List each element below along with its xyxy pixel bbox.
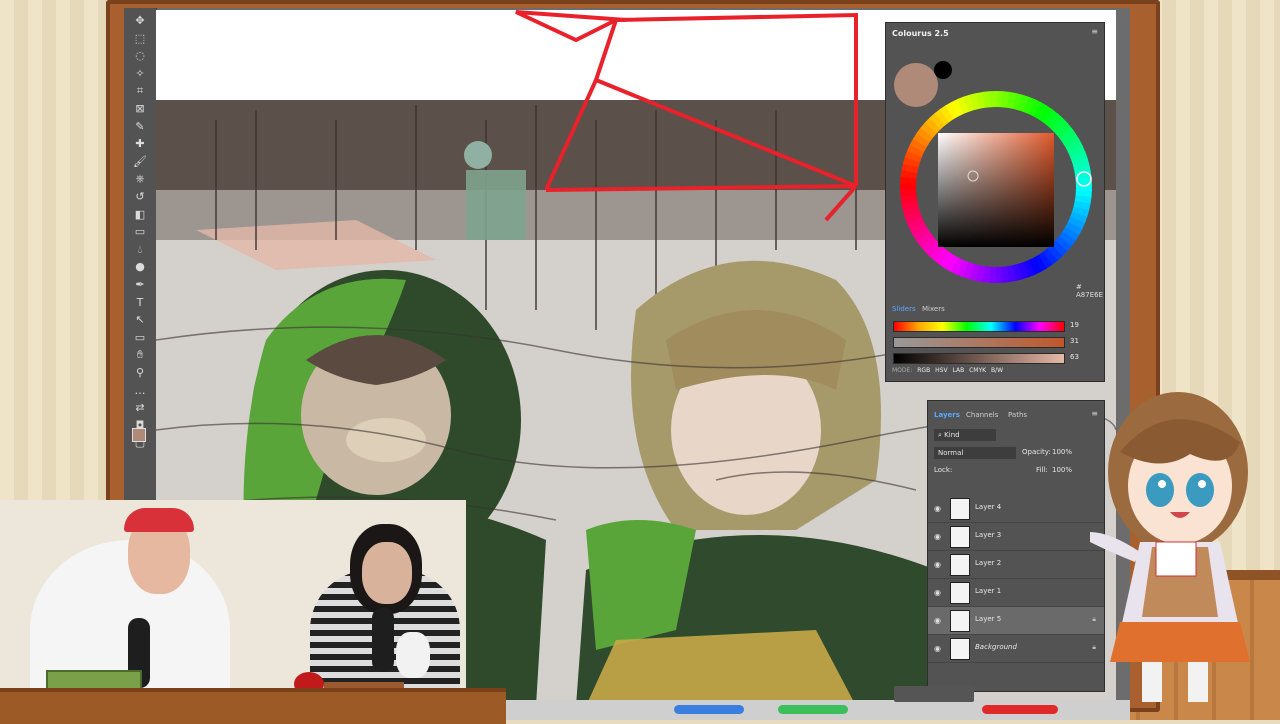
eye-icon[interactable]: ◉ bbox=[934, 504, 941, 513]
layer-thumbnail bbox=[950, 610, 970, 632]
foreground-color-swatch[interactable] bbox=[132, 428, 146, 442]
hue-slider[interactable] bbox=[893, 321, 1065, 332]
lock-label: Lock: bbox=[934, 466, 953, 474]
mascot-character bbox=[1090, 392, 1250, 702]
layer-name: Layer 2 bbox=[975, 559, 1002, 567]
blend-mode-select[interactable]: Normal bbox=[934, 447, 1016, 459]
brightness-slider[interactable] bbox=[893, 353, 1065, 364]
more-icon[interactable]: … bbox=[132, 384, 148, 398]
layer-thumbnail bbox=[950, 498, 970, 520]
layers-panel: Layers Channels Paths ≡ ⌕ Kind Normal Op… bbox=[927, 400, 1105, 692]
person-right-face bbox=[362, 542, 412, 604]
hue-value[interactable]: 19 bbox=[1070, 321, 1079, 329]
mode-rgb[interactable]: RGB bbox=[917, 367, 930, 374]
opacity-value[interactable]: 100% bbox=[1052, 448, 1072, 456]
mode-hsv[interactable]: HSV bbox=[935, 367, 947, 374]
frame-icon[interactable]: ⊠ bbox=[132, 102, 148, 116]
microphone bbox=[372, 608, 394, 672]
gradient-icon[interactable]: ▭ bbox=[132, 225, 148, 239]
kind-filter[interactable]: ⌕ Kind bbox=[934, 429, 996, 441]
desk bbox=[0, 688, 506, 724]
search-icon: ⌕ bbox=[938, 431, 942, 439]
eye-icon[interactable]: ◉ bbox=[934, 560, 941, 569]
healing-icon[interactable]: ✚ bbox=[132, 137, 148, 151]
layer-row[interactable]: ◉ Layer 3 bbox=[928, 523, 1104, 551]
layer-thumbnail bbox=[950, 554, 970, 576]
fill-label: Fill: bbox=[1036, 466, 1048, 474]
shape-icon[interactable]: ▭ bbox=[132, 331, 148, 345]
path-select-icon[interactable]: ↖ bbox=[132, 313, 148, 327]
swap-colors-icon[interactable]: ⇄ bbox=[132, 401, 148, 415]
eye-icon[interactable]: ◉ bbox=[934, 616, 941, 625]
tab-paths[interactable]: Paths bbox=[1008, 411, 1027, 419]
crop-icon[interactable]: ⌗ bbox=[132, 84, 148, 98]
mode-label: MODE: bbox=[892, 367, 913, 374]
layer-row[interactable]: ◉ Background 🔒︎ bbox=[928, 635, 1104, 663]
layer-name: Layer 3 bbox=[975, 531, 1002, 539]
magic-wand-icon[interactable]: ✧ bbox=[132, 67, 148, 81]
layer-name: Layer 4 bbox=[975, 503, 1002, 511]
eye-icon[interactable]: ◉ bbox=[934, 532, 941, 541]
eye-icon[interactable]: ◉ bbox=[934, 588, 941, 597]
secondary-color-swatch[interactable] bbox=[934, 61, 952, 79]
lasso-icon[interactable]: ◌ bbox=[132, 49, 148, 63]
layer-name: Layer 5 bbox=[975, 615, 1002, 623]
colourus-title: Colourus 2.5 bbox=[892, 29, 949, 38]
eraser bbox=[894, 686, 974, 702]
saturation-slider[interactable] bbox=[893, 337, 1065, 348]
layer-row[interactable]: ◉ Layer 2 bbox=[928, 551, 1104, 579]
layer-thumbnail bbox=[950, 582, 970, 604]
layer-name: Background bbox=[975, 643, 1017, 651]
dodge-icon[interactable]: ● bbox=[132, 260, 148, 274]
saturation-value[interactable]: 31 bbox=[1070, 337, 1079, 345]
eye-icon[interactable]: ◉ bbox=[934, 644, 941, 653]
zoom-icon[interactable]: ⚲ bbox=[132, 366, 148, 380]
brightness-value[interactable]: 63 bbox=[1070, 353, 1079, 361]
tab-layers[interactable]: Layers bbox=[934, 411, 960, 419]
mode-bw[interactable]: B/W bbox=[991, 367, 1003, 374]
colourus-panel: Colourus 2.5 ≡ # A87E6E Sliders Mixers 1… bbox=[885, 22, 1105, 382]
opacity-label: Opacity: bbox=[1022, 448, 1051, 456]
mode-cmyk[interactable]: CMYK bbox=[969, 367, 986, 374]
layer-thumbnail bbox=[950, 526, 970, 548]
sculpture-head bbox=[396, 632, 430, 678]
panel-menu-icon[interactable]: ≡ bbox=[1091, 27, 1098, 36]
history-brush-icon[interactable]: ↺ bbox=[132, 190, 148, 204]
stamp-icon[interactable]: ⎈ bbox=[132, 172, 148, 186]
layer-row[interactable]: ◉ Layer 4 bbox=[928, 495, 1104, 523]
pen-icon[interactable]: ✒ bbox=[132, 278, 148, 292]
fill-value[interactable]: 100% bbox=[1052, 466, 1072, 474]
move-icon[interactable]: ✥ bbox=[132, 14, 148, 28]
green-marker bbox=[778, 705, 848, 714]
layer-thumbnail bbox=[950, 638, 970, 660]
layer-row-selected[interactable]: ◉ Layer 5 🔒︎ bbox=[928, 607, 1104, 635]
blur-icon[interactable]: 💧︎ bbox=[132, 243, 148, 257]
red-cap bbox=[124, 508, 194, 532]
marquee-icon[interactable]: ⬚ bbox=[132, 32, 148, 46]
kind-label: Kind bbox=[944, 431, 960, 439]
tab-sliders[interactable]: Sliders bbox=[892, 305, 916, 313]
blue-marker bbox=[674, 705, 744, 714]
hex-readout[interactable]: # A87E6E bbox=[1076, 283, 1104, 299]
eyedropper-icon[interactable]: ✎ bbox=[132, 120, 148, 134]
layer-name: Layer 1 bbox=[975, 587, 1002, 595]
brush-icon[interactable]: 🖌︎ bbox=[132, 155, 148, 169]
eraser-icon[interactable]: ◧ bbox=[132, 208, 148, 222]
mode-lab[interactable]: LAB bbox=[952, 367, 964, 374]
color-mode-row: MODE: RGB HSV LAB CMYK B/W bbox=[892, 367, 1003, 374]
hand-icon[interactable]: ✋︎ bbox=[132, 348, 148, 362]
layer-row[interactable]: ◉ Layer 1 bbox=[928, 579, 1104, 607]
tab-mixers[interactable]: Mixers bbox=[922, 305, 945, 313]
marker-tray bbox=[506, 686, 1130, 720]
tab-channels[interactable]: Channels bbox=[966, 411, 998, 419]
webcam-overlay bbox=[0, 500, 466, 720]
type-icon[interactable]: T bbox=[132, 296, 148, 310]
color-wheel[interactable] bbox=[896, 87, 1096, 287]
red-marker bbox=[982, 705, 1058, 714]
